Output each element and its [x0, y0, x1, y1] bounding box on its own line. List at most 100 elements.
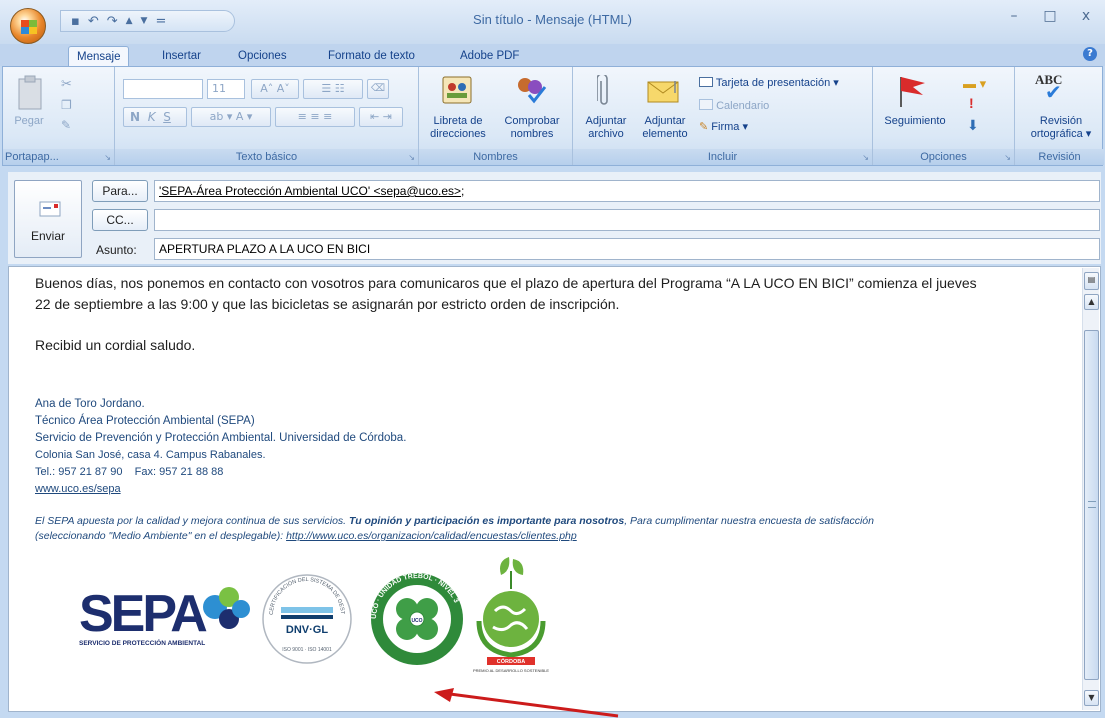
tab-opciones[interactable]: Opciones [230, 46, 295, 66]
font-size-combo[interactable]: 11 [207, 79, 245, 99]
signature-block: Ana de Toro Jordano. Técnico Área Protec… [35, 396, 1075, 498]
tab-mensaje[interactable]: Mensaje [68, 46, 130, 66]
logos-row: SEPA SERVICIO DE PROTECCIÓN AMBIENTAL CE… [79, 544, 639, 692]
to-button[interactable]: Para... [92, 180, 148, 202]
attach-file-button[interactable]: Adjuntar archivo [579, 115, 633, 141]
underline-button[interactable]: S [163, 110, 171, 124]
clipboard-group: Pegar ✂ ❐ ✎ Portapap... ↘ [3, 67, 115, 165]
bold-button[interactable]: N [130, 110, 140, 124]
dnv-name: DNV·GL [286, 624, 328, 636]
check-names-button[interactable]: Comprobar nombres [497, 115, 567, 141]
italic-button[interactable]: K [148, 110, 156, 124]
subject-label: Asunto: [96, 243, 137, 257]
paste-button[interactable]: Pegar [9, 115, 49, 128]
dialog-launcher-icon[interactable]: ↘ [862, 153, 869, 162]
paperclip-icon [597, 75, 608, 105]
names-group: Libreta de direcciones Comprobar nombres… [419, 67, 573, 165]
address-book-button[interactable]: Libreta de direcciones [425, 115, 491, 141]
send-label: Enviar [30, 229, 65, 243]
certification-logos-image: SEPA SERVICIO DE PROTECCIÓN AMBIENTAL CE… [79, 544, 549, 673]
maximize-button[interactable]: □ [1043, 8, 1057, 24]
signature-phones: Tel.: 957 21 87 90 Fax: 957 21 88 88 [35, 466, 224, 478]
scroll-down-button[interactable]: ▼ [1084, 690, 1099, 706]
survey-link[interactable]: http://www.uco.es/organizacion/calidad/e… [286, 530, 577, 542]
font-name-combo[interactable] [123, 79, 203, 99]
categorize-icon[interactable]: ▬ ▾ [963, 77, 986, 90]
signature-website-link[interactable]: www.uco.es/sepa [35, 481, 1075, 498]
sepa-logo-text: SEPA [79, 585, 207, 643]
check-mark-icon: ✔ [1045, 82, 1062, 104]
send-button[interactable]: Enviar [14, 180, 82, 258]
trebol-center-text: UCO [411, 618, 422, 624]
ribbon: Pegar ✂ ❐ ✎ Portapap... ↘ 11 A˄ A˅ ☰ ☷ ⌫… [2, 66, 1104, 166]
cc-button[interactable]: CC... [92, 209, 148, 231]
minimize-button[interactable]: – [1007, 8, 1021, 24]
sepa-subtitle: SERVICIO DE PROTECCIÓN AMBIENTAL [79, 638, 205, 647]
basic-text-group: 11 A˄ A˅ ☰ ☷ ⌫ N K S ab ▾ A ▾ ≡ ≡ ≡ ⇤ ⇥ … [115, 67, 419, 165]
follow-up-button[interactable]: Seguimiento [879, 115, 951, 128]
dnv-iso: ISO 9001 · ISO 14001 [282, 647, 332, 653]
tab-adobe-pdf[interactable]: Adobe PDF [452, 46, 527, 66]
signature-service: Servicio de Prevención y Protección Ambi… [35, 432, 407, 444]
attach-item-button[interactable]: Adjuntar elemento [637, 115, 693, 141]
calendar-button[interactable]: Calendario [699, 99, 769, 113]
subject-field[interactable]: APERTURA PLAZO A LA UCO EN BICI [154, 238, 1100, 260]
body-paragraph-1: Buenos días, nos ponemos en contacto con… [35, 275, 977, 312]
names-group-label: Nombres [419, 149, 572, 165]
include-group: Adjuntar archivo Adjuntar elemento Tarje… [573, 67, 873, 165]
indent-buttons[interactable]: ⇤ ⇥ [359, 107, 403, 127]
follow-up-flag-icon [900, 77, 925, 107]
copy-icon[interactable]: ❐ [61, 99, 72, 112]
tab-formato-de-texto[interactable]: Formato de texto [320, 46, 423, 66]
cc-field[interactable] [154, 209, 1100, 231]
bold-italic-underline-buttons[interactable]: N K S [123, 107, 187, 127]
title-bar: ▪ ↶ ↷ ▲ ▼ = Sin título - Mensaje (HTML) … [0, 0, 1105, 44]
dialog-launcher-icon[interactable]: ↘ [104, 153, 111, 162]
calendar-icon [699, 99, 713, 110]
vertical-scrollbar[interactable]: ▤ ▲ ▼ [1082, 268, 1099, 710]
message-content[interactable]: Buenos días, nos ponemos en contacto con… [35, 273, 1075, 544]
signature-button[interactable]: ✎ Firma ▾ [699, 121, 748, 134]
window-title: Sin título - Mensaje (HTML) [473, 12, 632, 27]
highlight-font-color-buttons[interactable]: ab ▾ A ▾ [191, 107, 271, 127]
cordoba-title: CÓRDOBA [497, 657, 525, 665]
format-painter-icon[interactable]: ✎ [61, 119, 71, 132]
signature-position: Técnico Área Protección Ambiental (SEPA) [35, 415, 255, 427]
basic-text-group-label: Texto básico [115, 149, 418, 165]
scroll-thumb[interactable] [1084, 330, 1099, 680]
check-names-icon [518, 78, 547, 104]
low-importance-icon[interactable]: ⬇ [967, 118, 979, 132]
help-icon[interactable]: ? [1083, 47, 1097, 61]
signature-icon: ✎ [699, 121, 709, 133]
high-importance-icon[interactable]: ! [969, 96, 974, 110]
business-card-icon [699, 77, 713, 87]
close-button[interactable]: x [1079, 8, 1093, 24]
options-group-label: Opciones [873, 149, 1014, 165]
annotation-arrow [434, 688, 619, 718]
include-group-label: Incluir [573, 149, 872, 165]
scroll-up-button[interactable]: ▲ [1084, 294, 1099, 310]
message-body[interactable]: Buenos días, nos ponemos en contacto con… [8, 266, 1101, 712]
alignment-buttons[interactable]: ≡ ≡ ≡ [275, 107, 355, 127]
business-card-button[interactable]: Tarjeta de presentación ▾ [699, 77, 839, 90]
spelling-button[interactable]: Revisión ortográfica ▾ [1021, 115, 1101, 141]
dnv-gl-logo: CERTIFICACIÓN DEL SISTEMA DE GESTIÓN DNV… [257, 544, 352, 664]
signature-address: Colonia San José, casa 4. Campus Rabanal… [35, 449, 266, 461]
clipboard-group-label: Portapap... [3, 149, 114, 165]
signature-name: Ana de Toro Jordano. [35, 398, 145, 410]
dialog-launcher-icon[interactable]: ↘ [408, 153, 415, 162]
split-view-icon[interactable]: ▤ [1084, 272, 1099, 290]
dialog-launcher-icon[interactable]: ↘ [1004, 153, 1011, 162]
address-book-icon [442, 76, 472, 104]
ribbon-tabs: Mensaje Insertar Opciones Formato de tex… [0, 44, 1105, 66]
to-field[interactable]: 'SEPA-Área Protección Ambiental UCO' <se… [154, 180, 1100, 202]
clear-format-icon[interactable]: ⌫ [367, 79, 389, 99]
tab-insertar[interactable]: Insertar [154, 46, 209, 66]
proofing-group-label: Revisión [1015, 149, 1104, 165]
grow-shrink-font-buttons[interactable]: A˄ A˅ [251, 79, 299, 99]
cordoba-prize-logo: CÓRDOBA PREMIO AL DESARROLLO SOSTENIBLE [473, 557, 549, 673]
bullets-numbering-buttons[interactable]: ☰ ☷ [303, 79, 363, 99]
greeting-text: Recibid un cordial saludo. [35, 337, 196, 353]
options-group: Seguimiento ▬ ▾ ! ⬇ Opciones ↘ [873, 67, 1015, 165]
cut-icon[interactable]: ✂ [61, 77, 72, 90]
